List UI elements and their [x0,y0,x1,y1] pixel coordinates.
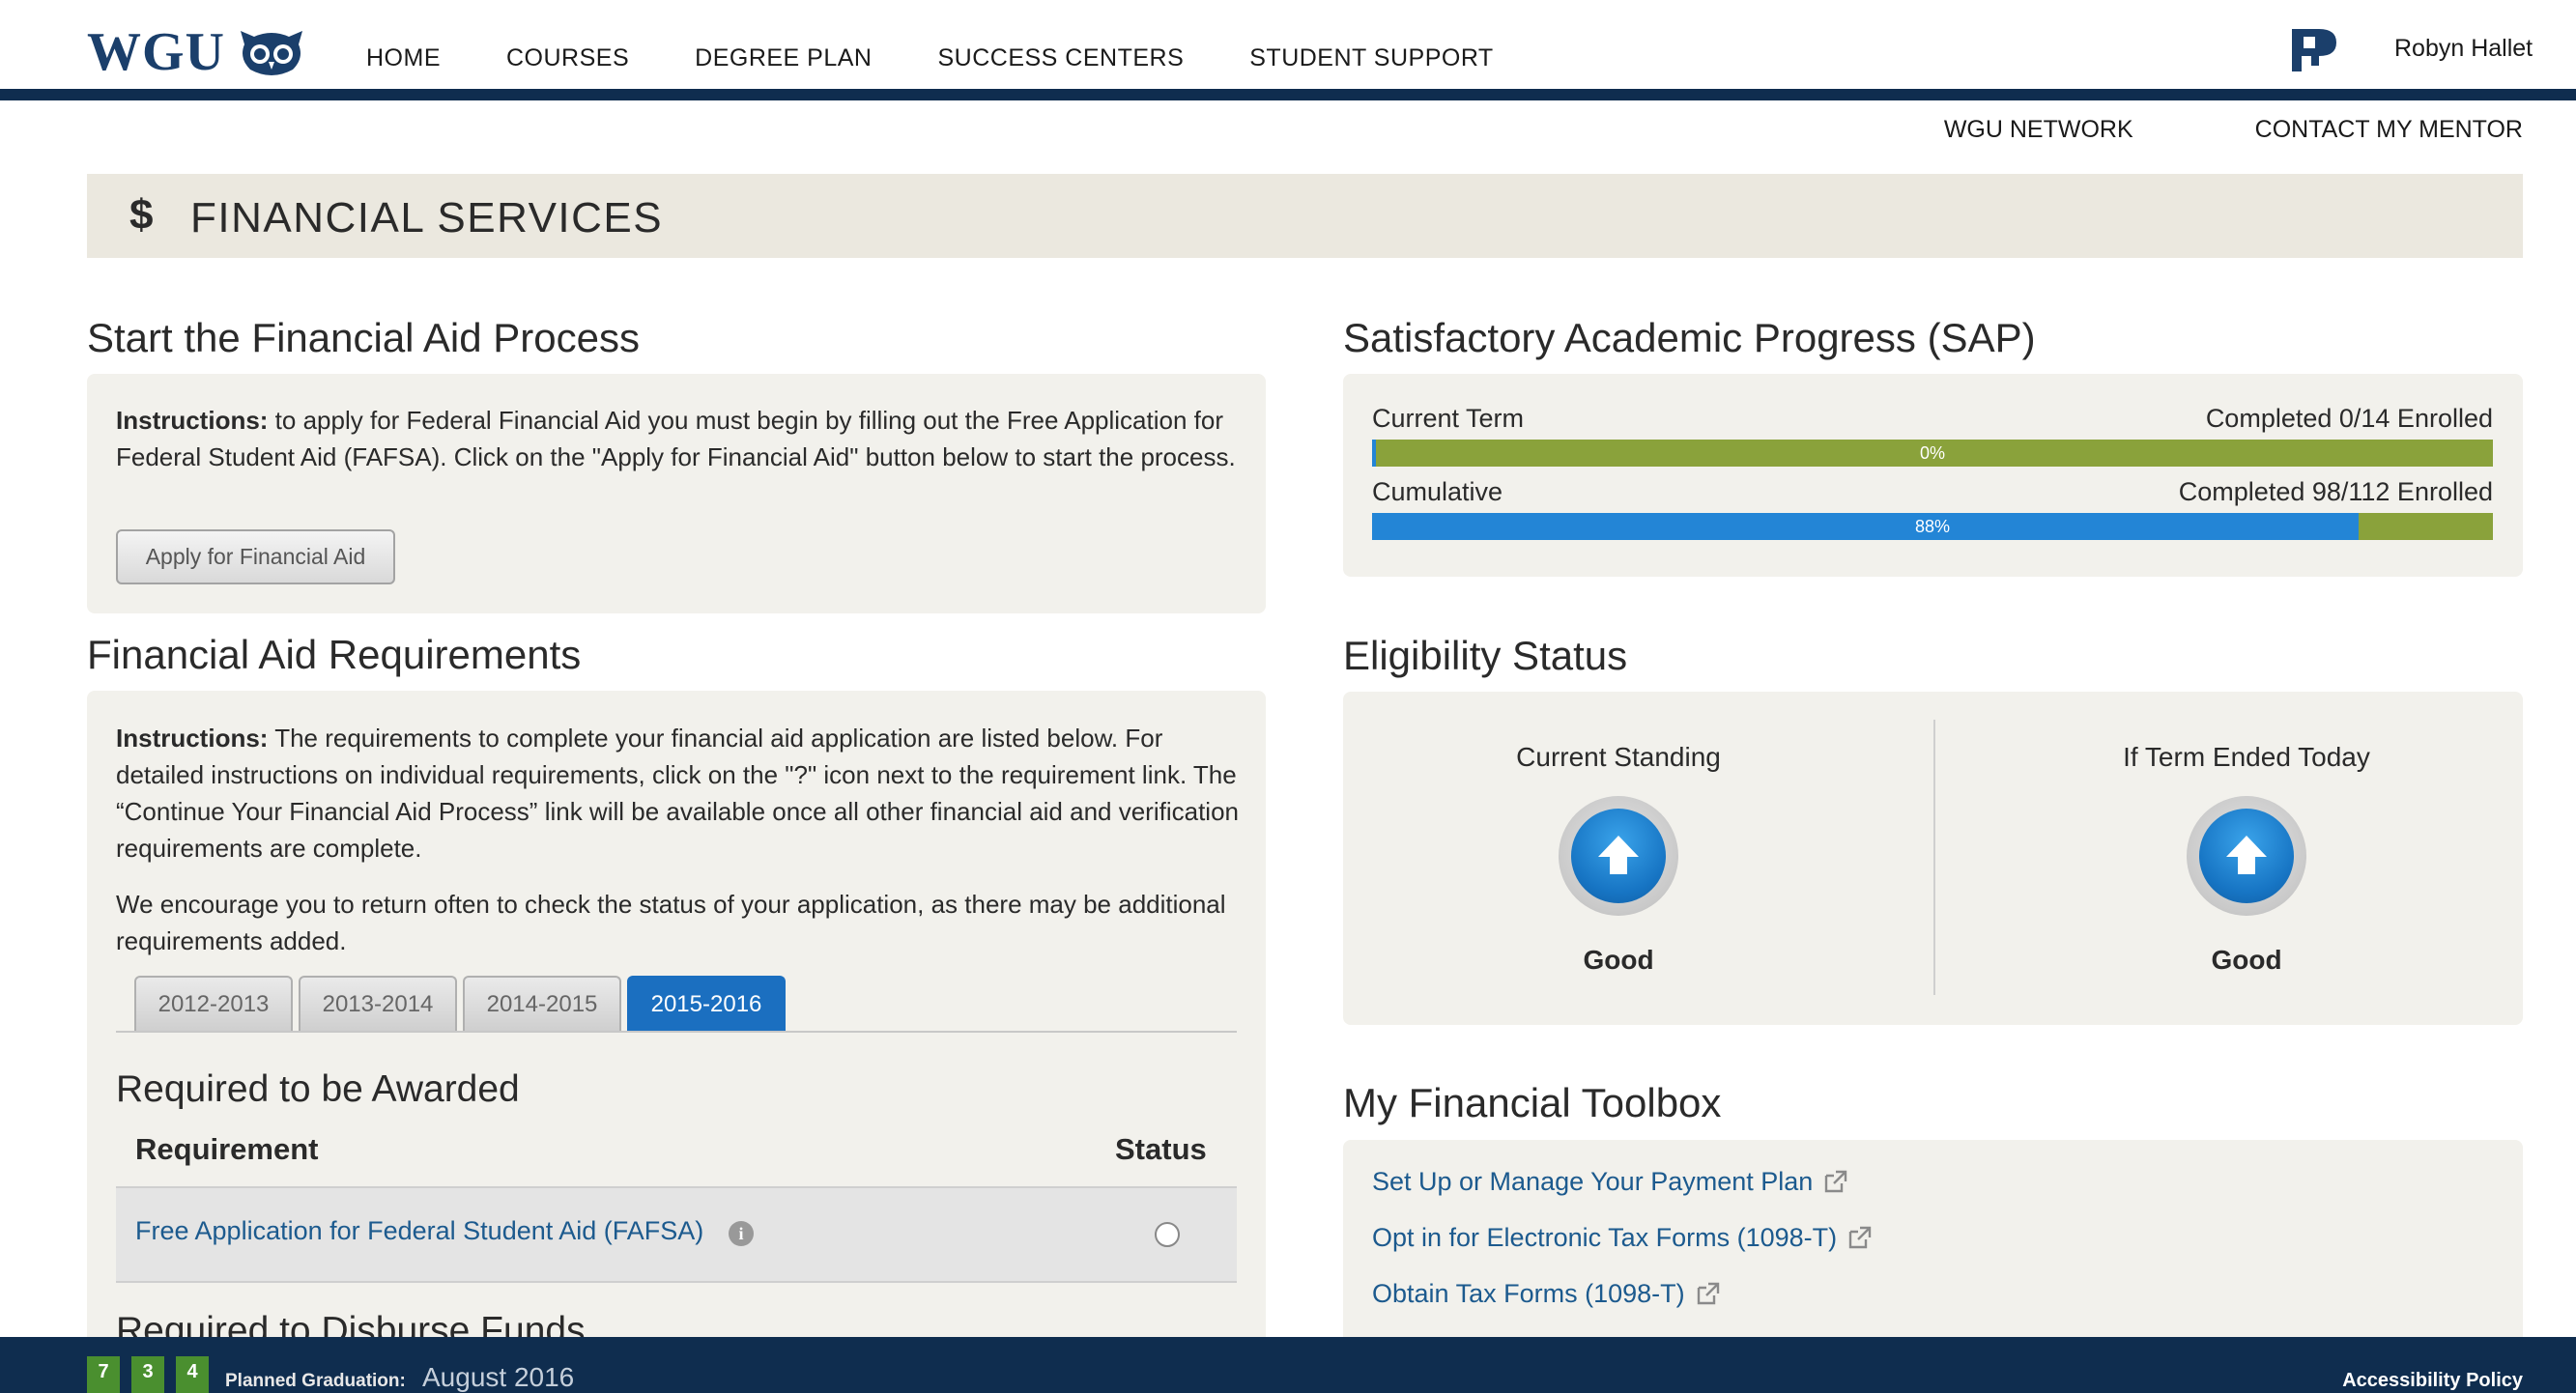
dollar-icon: $ [129,191,154,239]
term-badge-1[interactable]: 7 [87,1356,120,1393]
current-term-progress-bar: 0% [1372,440,2493,467]
electronic-tax-forms-link-label: Opt in for Electronic Tax Forms (1098-T) [1372,1223,1838,1252]
eligibility-heading: Eligibility Status [1343,633,1628,678]
current-standing-label: Current Standing [1516,742,1721,772]
owl-logo-icon [241,31,302,75]
user-flag-icon[interactable] [2290,27,2340,73]
current-term-label: Current Term [1372,404,1525,433]
external-link-icon [1697,1282,1719,1304]
current-term-status: Completed 0/14 Enrolled [2205,404,2493,433]
good-standing-up-arrow-icon [1559,796,1678,916]
tab-2014-2015[interactable]: 2014-2015 [463,976,621,1031]
year-tabs: 2012-2013 2013-2014 2014-2015 2015-2016 [134,976,791,1031]
current-standing-status: Good [1583,945,1654,975]
tab-2015-2016[interactable]: 2015-2016 [627,976,786,1031]
nav-student-support[interactable]: STUDENT SUPPORT [1249,44,1493,72]
nav-divider [0,89,2576,100]
cumulative-status: Completed 98/112 Enrolled [2178,477,2493,506]
status-radio-icon [1155,1222,1180,1247]
external-link-icon [1848,1226,1872,1248]
apply-financial-aid-button[interactable]: Apply for Financial Aid [116,529,395,584]
tab-divider [116,1031,1237,1033]
obtain-tax-forms-link[interactable]: Obtain Tax Forms (1098-T) [1372,1279,1720,1309]
table-row: Free Application for Federal Student Aid… [116,1186,1237,1283]
logo-text: WGU [87,22,225,82]
instructions-label: Instructions: [116,724,269,753]
term-ended-up-arrow-icon [2187,796,2306,916]
term-badge-2[interactable]: 3 [131,1356,164,1393]
awarded-heading: Required to be Awarded [116,1068,520,1110]
cumulative-percent: 88% [1914,517,1951,536]
nav-home[interactable]: HOME [366,44,441,72]
payment-plan-link-label: Set Up or Manage Your Payment Plan [1372,1167,1814,1196]
tab-2012-2013[interactable]: 2012-2013 [134,976,293,1031]
encourage-text: We encourage you to return often to chec… [116,890,1226,955]
accessibility-policy-link[interactable]: Accessibility Policy [2342,1370,2523,1392]
payment-plan-link[interactable]: Set Up or Manage Your Payment Plan [1372,1167,1847,1197]
toolbox-heading: My Financial Toolbox [1343,1080,1722,1125]
start-aid-heading: Start the Financial Aid Process [87,315,640,360]
start-aid-card: Instructions: to apply for Federal Finan… [87,374,1266,613]
instructions-text: to apply for Federal Financial Aid you m… [116,406,1236,471]
external-link-icon [1825,1170,1847,1192]
wgu-logo[interactable]: WGU [87,21,306,83]
start-aid-instructions: Instructions: to apply for Federal Finan… [116,402,1246,475]
nav-degree-plan[interactable]: DEGREE PLAN [695,44,872,72]
term-badge-3[interactable]: 4 [176,1356,209,1393]
nav-success-centers[interactable]: SUCCESS CENTERS [937,44,1184,72]
status-column-header: Status [1115,1132,1207,1166]
electronic-tax-forms-link[interactable]: Opt in for Electronic Tax Forms (1098-T) [1372,1223,1872,1253]
requirement-column-header: Requirement [135,1132,319,1166]
instructions-label: Instructions: [116,406,269,435]
secondary-nav: WGU NETWORK CONTACT MY MENTOR [1822,116,2523,144]
instructions-text: The requirements to complete your financ… [116,724,1239,863]
planned-graduation-label: Planned Graduation: [225,1371,406,1391]
footer-bar: 7 3 4 Planned Graduation: August 2016 Ac… [0,1337,2576,1393]
contact-mentor-link[interactable]: CONTACT MY MENTOR [2255,116,2523,144]
requirements-instructions: Instructions: The requirements to comple… [116,720,1246,867]
cumulative-label: Cumulative [1372,477,1503,506]
page-title-bar: $ FINANCIAL SERVICES [87,174,2523,258]
top-header: WGU HOME COURSES DEGREE PLAN SUCCESS CEN… [0,0,2576,89]
current-term-percent: 0% [1919,443,1945,463]
main-nav: HOME COURSES DEGREE PLAN SUCCESS CENTERS… [366,44,1560,72]
fafsa-requirement-link[interactable]: Free Application for Federal Student Aid… [135,1216,703,1246]
sap-heading: Satisfactory Academic Progress (SAP) [1343,315,2036,360]
term-ended-label: If Term Ended Today [2123,742,2370,772]
eligibility-divider [1933,720,1935,995]
cumulative-progress-bar: 88% [1372,513,2493,540]
info-icon[interactable]: i [729,1221,754,1246]
wgu-network-link[interactable]: WGU NETWORK [1944,116,2133,144]
nav-courses[interactable]: COURSES [506,44,629,72]
page-title: FINANCIAL SERVICES [190,194,664,242]
term-ended-status: Good [2211,945,2282,975]
user-name[interactable]: Robyn Hallet [2394,35,2533,63]
obtain-tax-forms-link-label: Obtain Tax Forms (1098-T) [1372,1279,1685,1308]
requirements-heading: Financial Aid Requirements [87,632,582,677]
planned-graduation-value: August 2016 [422,1362,575,1392]
tab-2013-2014[interactable]: 2013-2014 [299,976,457,1031]
